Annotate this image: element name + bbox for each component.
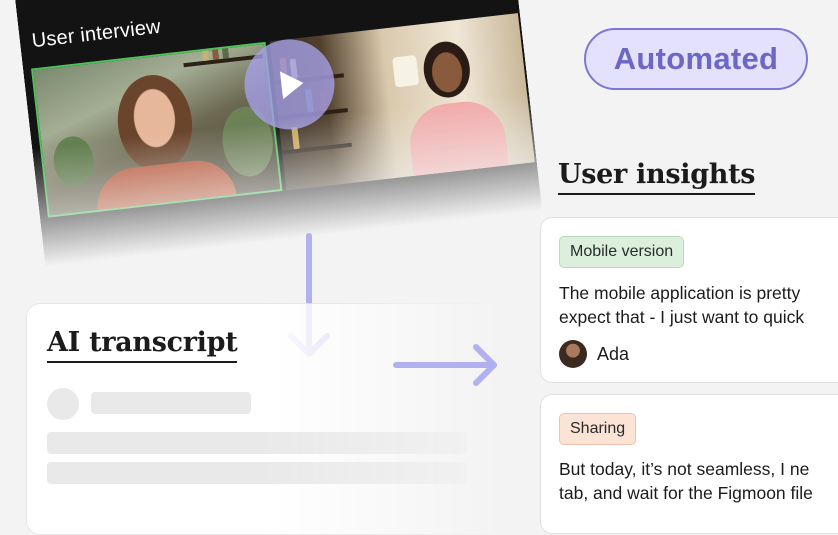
insight-text-line: The mobile application is pretty xyxy=(559,283,801,303)
video-feed-interviewer xyxy=(31,41,283,218)
insight-text-line: expect that - I just want to quick xyxy=(559,307,805,327)
skeleton-line xyxy=(47,462,467,484)
insight-tag: Mobile version xyxy=(559,236,685,268)
user-insights-heading: User insights xyxy=(558,160,755,195)
skeleton-avatar xyxy=(47,388,79,420)
insight-card[interactable]: Sharing But today, it’s not seamless, I … xyxy=(540,394,838,534)
insight-author: Ada xyxy=(559,340,629,368)
avatar xyxy=(559,340,587,368)
author-name: Ada xyxy=(597,343,630,364)
play-icon xyxy=(279,71,304,100)
ai-transcript-heading: AI transcript xyxy=(47,328,238,363)
insight-text-line: But today, it’s not seamless, I ne xyxy=(559,459,810,479)
insight-card[interactable]: Mobile version The mobile application is… xyxy=(540,217,838,383)
arrow-right-icon xyxy=(393,344,497,386)
insight-tag: Sharing xyxy=(559,413,637,445)
video-player-card[interactable]: User interview xyxy=(14,0,544,279)
video-title: User interview xyxy=(30,15,162,53)
insight-text-line: tab, and wait for the Figmoon file xyxy=(559,483,813,503)
ai-transcript-card: AI transcript xyxy=(26,303,498,535)
automated-badge: Automated xyxy=(584,28,808,90)
skeleton-line xyxy=(47,432,467,454)
skeleton-line xyxy=(91,392,251,414)
